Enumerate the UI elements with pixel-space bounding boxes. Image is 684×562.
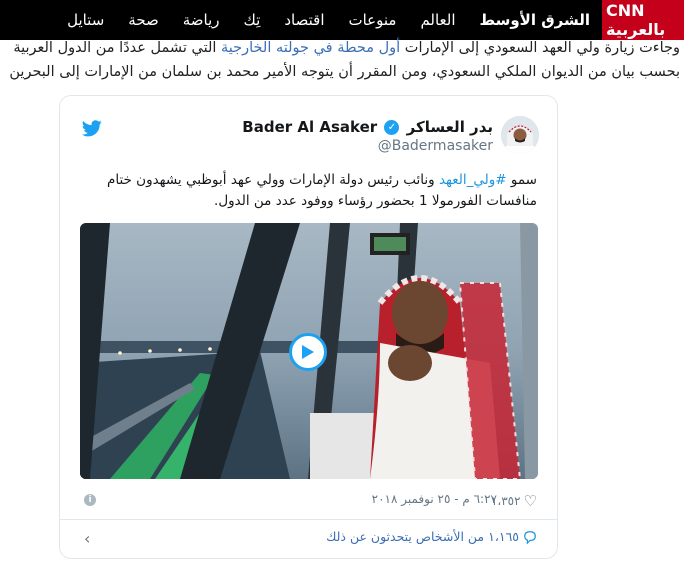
- info-icon[interactable]: i: [84, 494, 96, 506]
- nav-item-health[interactable]: صحة: [116, 0, 170, 40]
- conversation-row[interactable]: ١،١٦٥ من الأشخاص يتحدثون عن ذلك ‹: [80, 529, 537, 549]
- nav-item-variety[interactable]: منوعات: [336, 0, 408, 40]
- nav-item-style[interactable]: ستايل: [55, 0, 116, 40]
- tweet-text: سمو #ولي_العهد ونائب رئيس دولة الإمارات …: [80, 170, 537, 212]
- article-text: التي تشمل عددًا من الدول العربية: [13, 40, 222, 56]
- author-handle[interactable]: @Badermasaker: [378, 138, 493, 154]
- tweet-text-part: سمو: [506, 172, 537, 188]
- article-text: وجاءت زيارة ولي العهد السعودي إلى الإمار…: [400, 40, 680, 56]
- nav-item-middle-east[interactable]: الشرق الأوسط: [468, 0, 602, 40]
- tweet-meta: i ٦:٢٧ م - ٢٥ نوفمبر ٢٠١٨ ♡ ١،٣٥٢: [80, 492, 537, 510]
- nav-item-sports[interactable]: رياضة: [171, 0, 232, 40]
- conversation-link[interactable]: ١،١٦٥ من الأشخاص يتحدثون عن ذلك: [326, 529, 537, 544]
- tweet-timestamp[interactable]: ٦:٢٧ م - ٢٥ نوفمبر ٢٠١٨: [372, 492, 497, 506]
- speech-bubble-icon: [524, 530, 536, 544]
- article-link[interactable]: أول محطة في جولته الخارجية: [221, 40, 400, 56]
- nav-item-economy[interactable]: اقتصاد: [272, 0, 336, 40]
- conversation-text: ١،١٦٥ من الأشخاص يتحدثون عن ذلك: [326, 529, 519, 544]
- article-line: وجاءت زيارة ولي العهد السعودي إلى الإمار…: [0, 36, 684, 60]
- heart-icon: ♡: [523, 492, 537, 510]
- chevron-left-icon[interactable]: ‹: [84, 529, 90, 548]
- nav-item-world[interactable]: العالم: [408, 0, 467, 40]
- avatar[interactable]: [501, 116, 539, 154]
- twitter-bird-icon[interactable]: [82, 120, 102, 141]
- author-name-english: Bader Al Asaker: [242, 118, 378, 136]
- top-nav: CNN بالعربية الشرق الأوسط العالم منوعات …: [0, 0, 684, 40]
- video-thumbnail[interactable]: [80, 223, 538, 479]
- author-name[interactable]: بدر العساكر ✓ Bader Al Asaker: [242, 118, 493, 136]
- like-button[interactable]: ♡ ١،٣٥٢: [491, 492, 537, 510]
- nav-item-tech[interactable]: تِك: [232, 0, 273, 40]
- like-count: ١،٣٥٢: [490, 494, 521, 508]
- article-body: وجاءت زيارة ولي العهد السعودي إلى الإمار…: [0, 36, 684, 84]
- article-line: بحسب بيان من الديوان الملكي السعودي، ومن…: [9, 64, 680, 80]
- verified-badge-icon: ✓: [384, 120, 400, 135]
- divider: [60, 519, 557, 520]
- embedded-tweet: بدر العساكر ✓ Bader Al Asaker @Badermasa…: [59, 95, 558, 559]
- cnn-arabic-logo[interactable]: CNN بالعربية: [602, 0, 684, 40]
- author-name-arabic: بدر العساكر: [406, 118, 493, 136]
- hashtag-link[interactable]: #ولي_العهد: [439, 172, 507, 188]
- play-icon: [302, 345, 314, 359]
- play-button[interactable]: [289, 333, 327, 371]
